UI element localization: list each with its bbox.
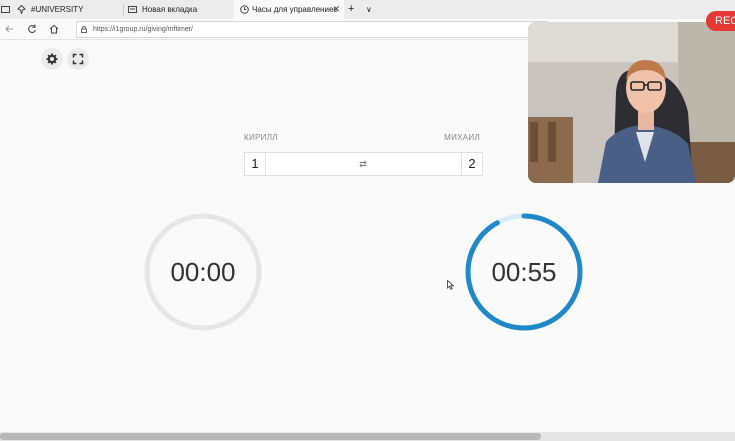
timer-left[interactable]: 00:00 [141,210,265,334]
webcam-person-image [528,22,735,183]
home-icon[interactable] [47,22,61,36]
gear-icon [46,53,58,65]
refresh-icon[interactable] [25,22,39,36]
clock-icon [240,5,249,14]
score-box: 1 ⇄ 2 [244,152,483,176]
mouse-cursor-icon [447,280,454,290]
scrollbar-thumb[interactable] [0,433,541,440]
close-tab-icon[interactable]: ✕ [332,0,340,19]
tab-label: Часы для управлениес [252,5,338,14]
pin-icon [17,5,26,14]
swap-players-icon[interactable]: ⇄ [353,153,373,175]
newtab-icon [128,6,137,13]
tab-list-button[interactable]: ∨ [366,0,378,19]
horizontal-scrollbar[interactable] [0,432,735,441]
url-text: https://i1group.ru/giving/mftimer/ [93,26,193,33]
tab-label: #UNIVERSITY [31,5,84,14]
timer-right-time: 00:55 [491,257,557,287]
tab-timer[interactable]: Часы для управлениес ✕ [234,0,344,19]
tab-new-tab[interactable]: Новая вкладка [128,0,230,19]
player-left-name: КИРИЛЛ [244,133,278,142]
new-tab-button[interactable]: + [348,0,360,19]
settings-button[interactable] [41,48,63,70]
browser-tab-bar: #UNIVERSITY Новая вкладка Часы для управ… [0,0,735,20]
player-left-score[interactable]: 1 [245,153,266,175]
tab-university[interactable]: #UNIVERSITY [17,0,123,19]
player-right-score[interactable]: 2 [461,153,482,175]
lock-icon [81,26,87,33]
timer-right[interactable]: 00:55 [462,210,586,334]
fullscreen-button[interactable] [67,48,89,70]
window-menu-icon[interactable] [0,0,12,19]
rec-badge: REC [706,11,735,31]
timer-left-time: 00:00 [170,257,236,287]
tab-label: Новая вкладка [142,5,198,14]
player-right-name: МИХАИЛ [444,133,480,142]
back-icon[interactable] [2,22,16,36]
url-input[interactable]: https://i1group.ru/giving/mftimer/ [76,21,548,38]
webcam-overlay [528,22,735,183]
fullscreen-icon [72,53,84,65]
